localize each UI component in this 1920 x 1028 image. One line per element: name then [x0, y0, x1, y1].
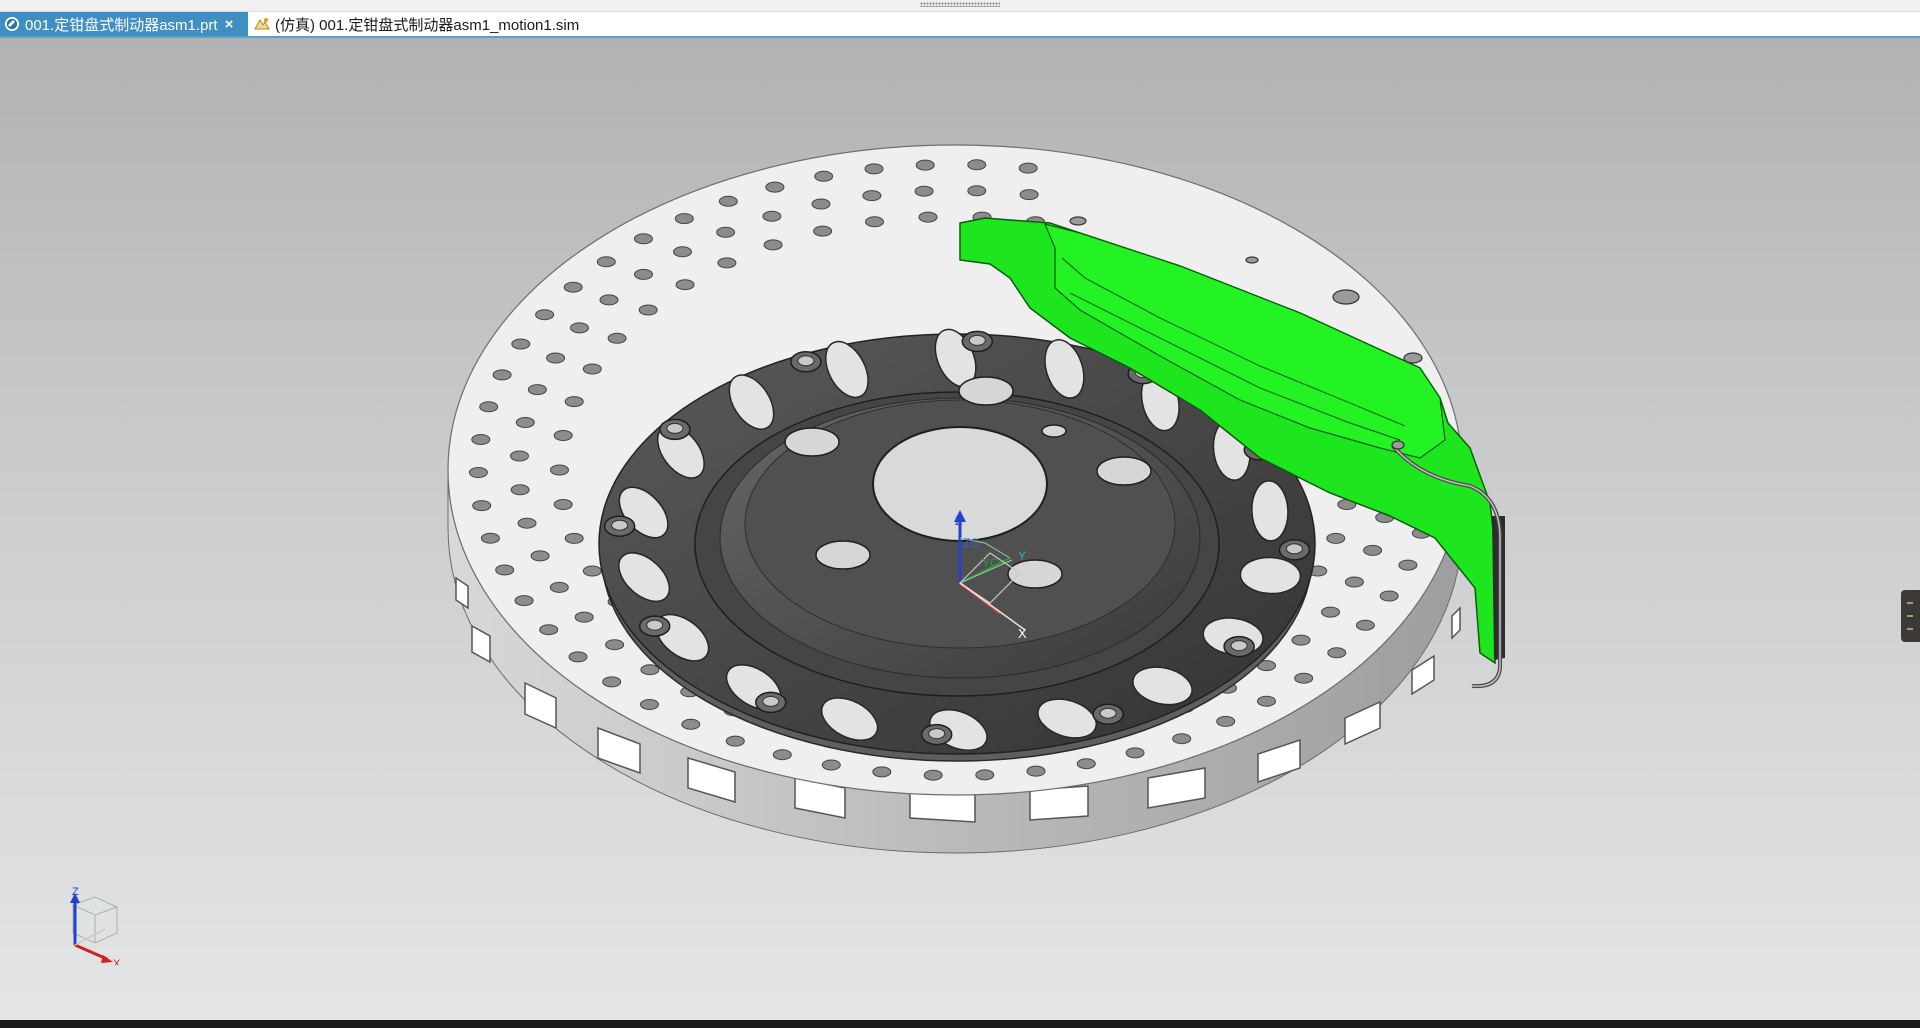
simulation-file-icon: [254, 18, 270, 30]
close-icon[interactable]: ×: [225, 16, 234, 33]
view-cube-icon: [72, 896, 118, 944]
wcs-z-label: Z: [955, 514, 962, 528]
tab-assembly-part[interactable]: 001.定钳盘式制动器asm1.prt ×: [0, 12, 248, 36]
triad-icon: Z X: [70, 886, 121, 970]
resource-bar-handle[interactable]: [1901, 590, 1920, 642]
bottom-status-strip: [0, 1020, 1920, 1028]
window-drag-bar[interactable]: [0, 0, 1920, 12]
view-triad[interactable]: Z X: [55, 885, 125, 970]
wcs-zc-label: ZC: [963, 536, 979, 550]
triad-x-label: X: [113, 958, 121, 965]
drag-grip[interactable]: [920, 2, 1000, 7]
brake-assembly-model[interactable]: Z ZC YC Y X: [0, 38, 1920, 1020]
wcs-y-label: Y: [1018, 549, 1026, 563]
wcs-yc-label: YC: [982, 556, 999, 570]
tab-motion-simulation[interactable]: (仿真) 001.定钳盘式制动器asm1_motion1.sim: [252, 12, 579, 36]
document-tab-strip: 001.定钳盘式制动器asm1.prt × (仿真) 001.定钳盘式制动器as…: [0, 12, 1920, 38]
tab-label: 001.定钳盘式制动器asm1.prt: [25, 16, 218, 34]
graphics-viewport[interactable]: Z ZC YC Y X: [0, 38, 1920, 1020]
tab-label: (仿真) 001.定钳盘式制动器asm1_motion1.sim: [275, 16, 580, 34]
wcs-x-label: X: [1018, 626, 1027, 641]
triad-z-label: Z: [72, 886, 79, 898]
part-file-icon: [5, 17, 19, 31]
